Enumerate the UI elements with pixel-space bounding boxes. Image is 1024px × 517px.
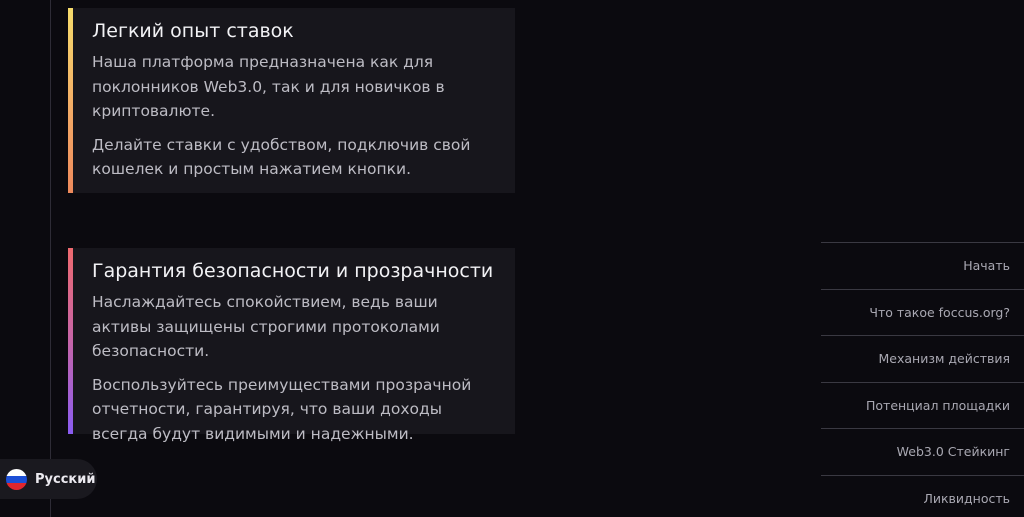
- card-accent-bar: [68, 8, 73, 193]
- card-paragraph: Наша платформа предназначена как для пок…: [92, 53, 445, 120]
- section-nav: Начать Что такое foccus.org? Механизм де…: [821, 242, 1024, 517]
- nav-item-liquidity[interactable]: Ликвидность: [821, 474, 1024, 517]
- feature-card-security: Гарантия безопасности и прозрачности Нас…: [68, 248, 515, 443]
- timeline-line: [50, 0, 51, 517]
- card-accent-bar: [68, 248, 73, 434]
- russia-flag-icon: [6, 468, 27, 490]
- nav-item-staking[interactable]: Web3.0 Стейкинг: [821, 428, 1024, 475]
- feature-card-betting: Легкий опыт ставок Наша платформа предна…: [68, 8, 515, 193]
- page: Легкий опыт ставок Наша платформа предна…: [0, 0, 1024, 517]
- nav-item-mechanism[interactable]: Механизм действия: [821, 335, 1024, 382]
- card-title: Легкий опыт ставок: [92, 20, 294, 42]
- nav-item-potential[interactable]: Потенциал площадки: [821, 381, 1024, 429]
- nav-item-start[interactable]: Начать: [821, 242, 1024, 289]
- card-paragraph: Воспользуйтесь преимуществами прозрачной…: [92, 375, 472, 443]
- card-title: Гарантия безопасности и прозрачности: [92, 260, 494, 282]
- nav-item-about[interactable]: Что такое foccus.org?: [821, 288, 1024, 336]
- language-switcher[interactable]: Русский: [0, 459, 97, 499]
- language-label: Русский: [35, 471, 96, 487]
- card-paragraph: Наслаждайтесь спокойствием, ведь ваши ак…: [92, 293, 440, 360]
- card-paragraph: Делайте ставки с удобством, подключив св…: [92, 135, 471, 179]
